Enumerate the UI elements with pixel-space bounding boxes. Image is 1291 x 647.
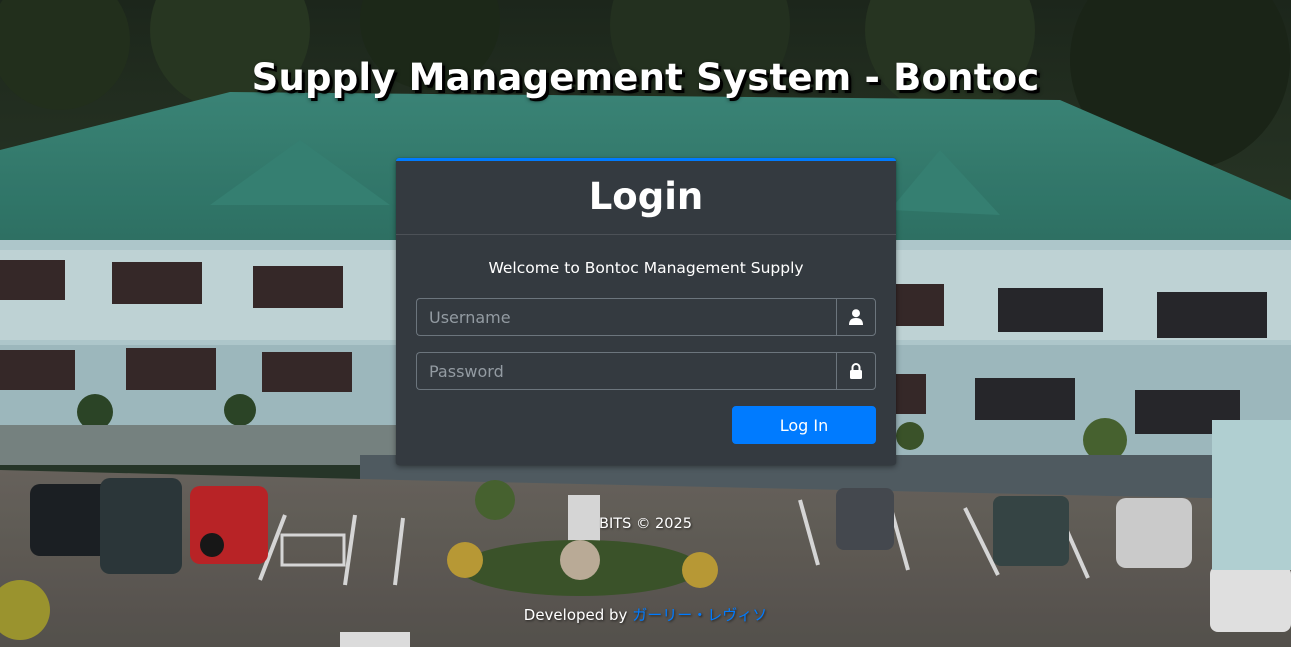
password-addon (836, 352, 876, 390)
login-card-body: Welcome to Bontoc Management Supply User… (396, 259, 896, 444)
password-group (416, 352, 876, 390)
copyright-text: BITS © 2025 (599, 516, 692, 532)
login-actions: Log In (416, 406, 876, 444)
user-icon (849, 309, 863, 325)
login-card: Login Welcome to Bontoc Management Suppl… (396, 158, 896, 465)
password-input[interactable] (416, 352, 836, 390)
login-title: Login (588, 175, 704, 218)
site-title: Supply Management System - Bontoc (251, 56, 1040, 99)
username-group (416, 298, 876, 336)
login-button[interactable]: Log In (732, 406, 876, 444)
developer-link[interactable]: ガーリー・レヴィソ (632, 606, 767, 624)
developed-by-label: Developed by (523, 606, 633, 624)
welcome-message: Welcome to Bontoc Management Supply (488, 259, 804, 277)
lock-icon (850, 363, 862, 379)
login-page: Supply Management System - Bontoc Login … (0, 0, 1291, 647)
login-card-header: Login (396, 161, 896, 235)
username-addon (836, 298, 876, 336)
username-input[interactable] (416, 298, 836, 336)
developer-credit: Developed by ガーリー・レヴィソ (0, 604, 1291, 625)
